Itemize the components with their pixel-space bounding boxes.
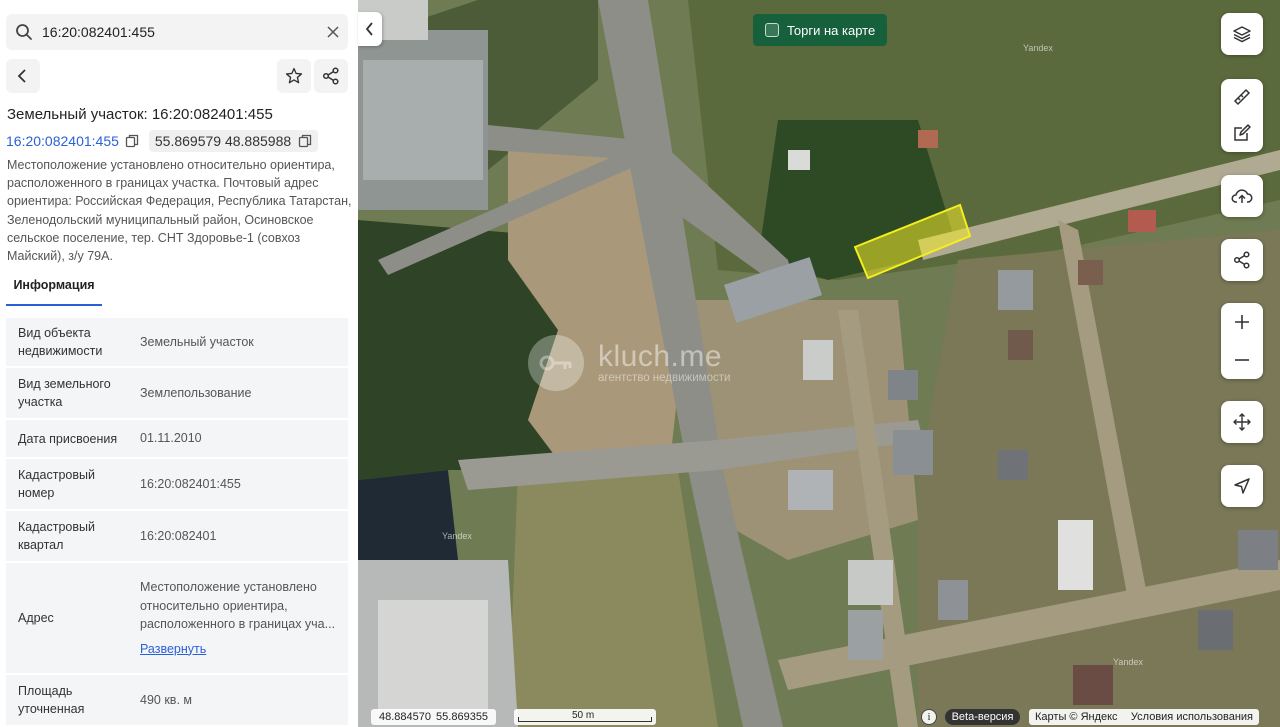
map-attribution: Карты © Яндекс Условия использования <box>1029 709 1259 725</box>
key-logo-icon <box>528 335 584 391</box>
collapse-panel-button[interactable] <box>358 12 382 46</box>
map-scale: 50 m <box>514 709 656 725</box>
table-row: Вид объекта недвижимости Земельный участ… <box>6 318 348 366</box>
locate-icon <box>1234 478 1250 494</box>
share-icon <box>322 67 339 85</box>
beta-badge[interactable]: Beta-версия <box>945 709 1020 725</box>
row-label: Вид объекта недвижимости <box>18 326 103 358</box>
row-label: Вид земельного участка <box>18 377 111 409</box>
zoom-in-button[interactable] <box>1221 303 1263 341</box>
share-icon <box>1233 251 1250 269</box>
watermark-tagline: агентство недвижимости <box>598 372 731 384</box>
table-row: Адрес Местоположение установлено относит… <box>6 563 348 673</box>
zoom-controls <box>1221 303 1263 379</box>
copy-icon[interactable] <box>125 134 139 148</box>
zoom-out-button[interactable] <box>1221 341 1263 379</box>
chevron-left-icon <box>365 22 373 36</box>
back-button[interactable] <box>6 59 40 93</box>
info-table: Вид объекта недвижимости Земельный участ… <box>6 318 348 727</box>
scale-bar <box>518 717 652 722</box>
favorite-button[interactable] <box>277 59 311 93</box>
coordinates-chip: 55.869579 48.885988 <box>148 130 319 152</box>
row-label: Кадастровый квартал <box>18 520 95 552</box>
cloud-upload-icon <box>1231 189 1253 203</box>
row-label: Кадастровый номер <box>18 468 95 500</box>
map-share-button[interactable] <box>1221 239 1263 281</box>
location-description: Местоположение установлено относительно … <box>7 158 352 264</box>
ruler-button[interactable] <box>1221 79 1263 115</box>
table-row: Дата присвоения 01.11.2010 <box>6 420 348 457</box>
info-panel: Земельный участок: 16:20:082401:455 16:2… <box>0 0 358 727</box>
locate-button[interactable] <box>1221 465 1263 507</box>
table-row: Вид земельного участка Землепользование <box>6 368 348 418</box>
info-icon[interactable]: i <box>921 709 937 725</box>
watermark-brand: kluch.me <box>598 340 723 373</box>
chevron-left-icon <box>17 69 26 83</box>
ruler-icon <box>1233 88 1251 106</box>
satellite-map[interactable]: Yandex Yandex Yandex <box>358 0 1280 727</box>
layers-button[interactable] <box>1221 13 1263 55</box>
row-value: 16:20:082401 <box>140 528 217 543</box>
table-row: Кадастровый номер 16:20:082401:455 <box>6 459 348 509</box>
star-icon <box>285 67 303 84</box>
search-icon <box>6 14 42 50</box>
auctions-on-map-toggle[interactable]: Торги на карте <box>753 14 887 46</box>
row-label: Адрес <box>18 611 54 625</box>
draw-tools-group <box>1221 79 1263 152</box>
share-button[interactable] <box>314 59 348 93</box>
auctions-checkbox[interactable] <box>765 23 779 37</box>
row-value: Землепользование <box>140 385 252 400</box>
cadastral-row: 16:20:082401:455 55.869579 48.885988 <box>6 130 319 152</box>
yandex-watermark: Yandex <box>1023 43 1053 53</box>
cadastral-number-link[interactable]: 16:20:082401:455 <box>6 133 119 149</box>
row-value: 490 кв. м <box>140 692 192 707</box>
satellite-imagery <box>358 0 1280 727</box>
row-value: 01.11.2010 <box>140 431 202 446</box>
tab-information[interactable]: Информация <box>6 278 102 306</box>
row-value: Земельный участок <box>140 334 254 349</box>
row-label: Площадь уточненная <box>18 684 85 716</box>
yandex-watermark: Yandex <box>1113 657 1143 667</box>
search-input[interactable] <box>42 14 318 50</box>
move-button[interactable] <box>1221 401 1263 443</box>
search-bar <box>6 14 348 50</box>
expand-address-link[interactable]: Развернуть <box>140 640 348 659</box>
row-label: Дата присвоения <box>18 431 118 446</box>
yandex-watermark: Yandex <box>442 531 472 541</box>
kluch-watermark: kluch.me агентство недвижимости <box>528 335 730 391</box>
row-value: 16:20:082401:455 <box>140 476 241 491</box>
cursor-coordinates: 48.884570 55.869355 <box>371 709 497 725</box>
zoom-out-icon <box>1235 359 1249 361</box>
row-value: Местоположение установлено относительно … <box>140 580 336 631</box>
zoom-in-icon <box>1235 315 1249 329</box>
clear-search-icon[interactable] <box>318 14 348 50</box>
edit-icon <box>1234 124 1251 141</box>
edit-button[interactable] <box>1221 115 1263 151</box>
table-row: Площадь уточненная 490 кв. м <box>6 675 348 725</box>
terms-link[interactable]: Условия использования <box>1131 711 1253 723</box>
copy-coordinates-icon[interactable] <box>298 134 312 148</box>
layers-icon <box>1233 26 1251 43</box>
page-title: Земельный участок: 16:20:082401:455 <box>7 106 273 123</box>
upload-button[interactable] <box>1221 175 1263 217</box>
move-icon <box>1233 413 1251 431</box>
coordinates-text: 55.869579 48.885988 <box>154 133 292 149</box>
attribution-text: Карты © Яндекс <box>1035 711 1118 723</box>
auctions-label: Торги на карте <box>787 22 876 38</box>
table-row: Кадастровый квартал 16:20:082401 <box>6 511 348 561</box>
